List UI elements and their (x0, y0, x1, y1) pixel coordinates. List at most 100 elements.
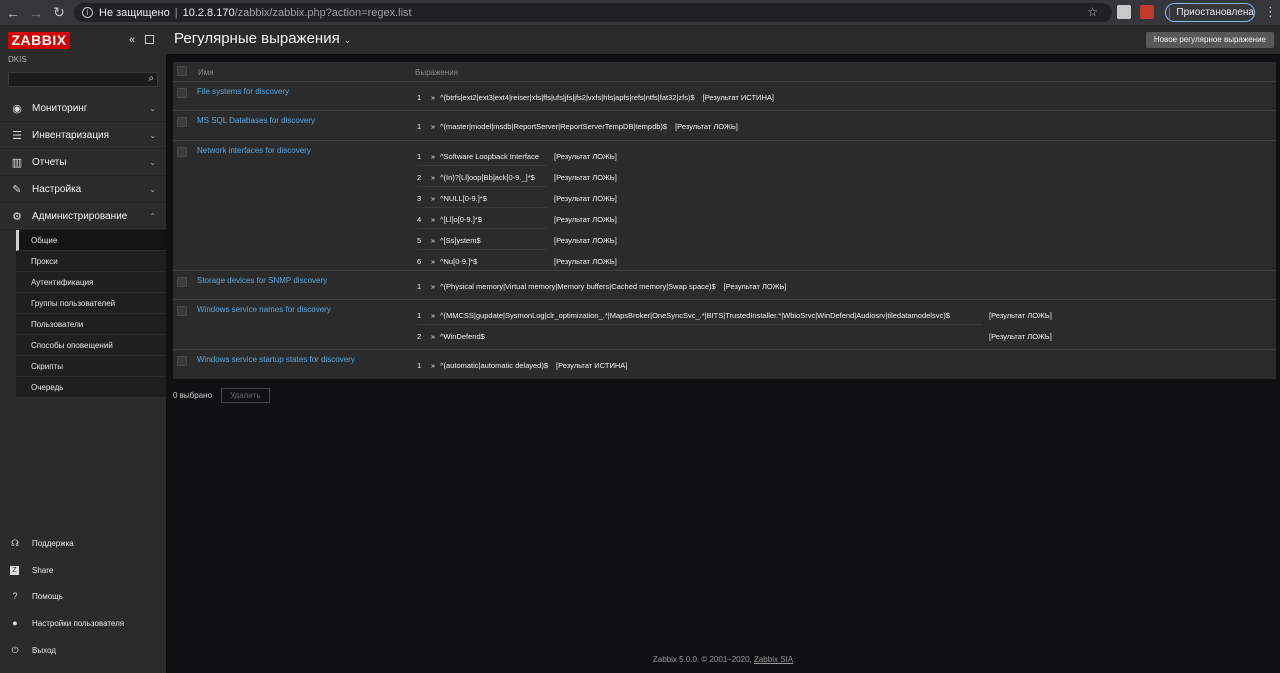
expression-arrow: » (430, 194, 436, 203)
help-link[interactable]: ? Помощь (0, 583, 166, 609)
menu-label: Мониторинг (32, 102, 88, 114)
regex-name-link[interactable]: Windows service names for discovery (197, 305, 331, 314)
table-row: File systems for discovery 1 » ^(btrfs|ext… (173, 83, 1276, 111)
share-link[interactable]: Z Share (0, 557, 166, 583)
menu-monitoring[interactable]: ◉ Мониторинг ⌄ (0, 95, 166, 122)
regex-table: Имя Выражения File systems for discovery… (173, 62, 1276, 379)
expression-text: ^Nu[0-9.]*$ (440, 257, 478, 266)
expression-text: ^[Ll]o[0-9.]*$ (440, 215, 482, 224)
expression-result: [Результат ЛОЖЬ] (554, 257, 617, 266)
reload-icon[interactable]: ↻ (49, 3, 69, 23)
address-bar[interactable]: i Не защищено | 10.2.8.170 /zabbix/zabbi… (74, 3, 1112, 22)
user-settings-link[interactable]: ● Настройки пользователя (0, 610, 166, 636)
table-row: Network interfaces for discovery 1 » ^Soft… (173, 142, 1276, 271)
expression-line: 1 » ^(Physical memory|Virtual memory|Memor… (417, 282, 787, 291)
kiosk-mode-icon[interactable] (145, 35, 154, 44)
expression-number: 1 (417, 282, 422, 291)
table-header: Имя Выражения (173, 62, 1276, 82)
expression-text: ^NULL[0-9.]*$ (440, 194, 487, 203)
expression-text: ^WinDefend$ (440, 332, 485, 341)
row-checkbox[interactable] (177, 356, 187, 366)
submenu-authentication[interactable]: Аутентификация (16, 272, 166, 293)
column-name-header[interactable]: Имя (198, 68, 214, 77)
row-checkbox[interactable] (177, 306, 187, 316)
delete-button[interactable]: Удалить (221, 388, 270, 403)
expression-result: [Результат ИСТИНА] (702, 93, 774, 102)
submenu-media-types[interactable]: Способы оповещений (16, 335, 166, 356)
regex-name-link[interactable]: Network interfaces for discovery (197, 146, 311, 155)
help-icon: ? (12, 591, 18, 601)
submenu-general[interactable]: Общие (16, 230, 166, 251)
bookmark-star-icon[interactable]: ☆ (1087, 5, 1098, 19)
page-title[interactable]: Регулярные выражения ⌄ (174, 30, 351, 47)
submenu-user-groups[interactable]: Группы пользователей (16, 293, 166, 314)
new-regex-button[interactable]: Новое регулярное выражение (1145, 32, 1274, 48)
expression-number: 1 (417, 122, 422, 131)
menu-reports[interactable]: ▥ Отчеты ⌄ (0, 149, 166, 176)
regex-name-link[interactable]: File systems for discovery (197, 87, 289, 96)
footer-label: Выход (32, 645, 56, 655)
collapse-sidebar-icon[interactable]: « (129, 34, 135, 46)
expression-arrow: » (430, 93, 436, 102)
expression-line: 1 » ^(btrfs|ext2|ext3|ext4|reiser|xfs|ffs|… (417, 93, 774, 102)
footer-text: Zabbix 5.0.0. © 2001–2020, (652, 655, 754, 664)
regex-name-link[interactable]: Windows service startup states for disco… (197, 355, 355, 364)
user-icon: ● (12, 618, 18, 628)
regex-name-link[interactable]: MS SQL Databases for discovery (197, 116, 315, 125)
pdf-extension-icon[interactable] (1140, 5, 1154, 19)
zabbix-logo[interactable]: ZABBIX (8, 32, 70, 49)
submenu-scripts[interactable]: Скрипты (16, 356, 166, 377)
expression-line: 1 » ^(automatic|automatic delayed)$ [Резуль… (417, 361, 627, 370)
expression-text: ^Software Loopback Interface (440, 152, 539, 161)
divider (417, 249, 547, 250)
more-menu-icon[interactable]: ⋮ (1264, 4, 1277, 20)
profile-button[interactable]: Приостановлена (1165, 3, 1255, 22)
expression-result: [Результат ЛОЖЬ] (554, 173, 617, 182)
expression-result: [Результат ЛОЖЬ] (554, 152, 617, 161)
expression-arrow: » (430, 361, 436, 370)
gear-icon: ⚙ (12, 210, 22, 223)
menu-configuration[interactable]: ✎ Настройка ⌄ (0, 176, 166, 203)
divider (417, 165, 547, 166)
headset-icon: ☊ (11, 537, 19, 548)
support-link[interactable]: ☊ Поддержка (0, 530, 166, 556)
row-checkbox[interactable] (177, 147, 187, 157)
expression-result: [Результат ИСТИНА] (556, 361, 628, 370)
table-row: MS SQL Databases for discovery 1 » ^(maste… (173, 112, 1276, 141)
expression-result: [Результат ЛОЖЬ] (554, 194, 617, 203)
expression-arrow: » (430, 311, 436, 320)
forward-arrow-icon[interactable]: → (26, 3, 46, 23)
select-all-checkbox[interactable] (177, 66, 187, 76)
extension-icon[interactable] (1117, 5, 1131, 19)
search-input[interactable]: ⌕ (8, 72, 158, 87)
submenu-users[interactable]: Пользователи (16, 314, 166, 335)
divider (417, 186, 547, 187)
expression-arrow: » (430, 332, 436, 341)
browser-toolbar: ← → ↻ i Не защищено | 10.2.8.170 /zabbix… (0, 0, 1280, 25)
admin-submenu: Общие Прокси Аутентификация Группы польз… (16, 230, 166, 398)
divider (417, 228, 547, 229)
chevron-down-icon: ⌄ (149, 184, 156, 194)
chevron-down-icon: ⌄ (149, 130, 156, 140)
sign-out-link[interactable]: ⏻ Выход (0, 637, 166, 663)
submenu-proxies[interactable]: Прокси (16, 251, 166, 272)
row-checkbox[interactable] (177, 277, 187, 287)
expression-arrow: » (430, 122, 436, 131)
info-icon[interactable]: i (82, 7, 93, 18)
chevron-down-icon: ⌄ (343, 35, 352, 45)
row-checkbox[interactable] (177, 117, 187, 127)
expression-number: 3 (417, 194, 422, 203)
regex-name-link[interactable]: Storage devices for SNMP discovery (197, 276, 327, 285)
zabbix-sia-link[interactable]: Zabbix SIA (754, 655, 793, 664)
expression-text: ^(Physical memory|Virtual memory|Memory … (440, 282, 716, 291)
row-checkbox[interactable] (177, 88, 187, 98)
back-arrow-icon[interactable]: ← (3, 3, 23, 23)
menu-label: Настройка (32, 183, 82, 195)
menu-administration[interactable]: ⚙ Администрирование ⌃ (0, 203, 166, 230)
search-icon[interactable]: ⌕ (148, 73, 154, 84)
submenu-queue[interactable]: Очередь (16, 377, 166, 398)
expression-line: 4 » ^[Ll]o[0-9.]*$ [Результат ЛОЖЬ] (417, 215, 627, 224)
expression-text: ^(MMCSS|gupdate|SysmonLog|clr_optimizati… (440, 311, 950, 320)
expression-arrow: » (430, 282, 436, 291)
menu-inventory[interactable]: ☰ Инвентаризация ⌄ (0, 122, 166, 149)
